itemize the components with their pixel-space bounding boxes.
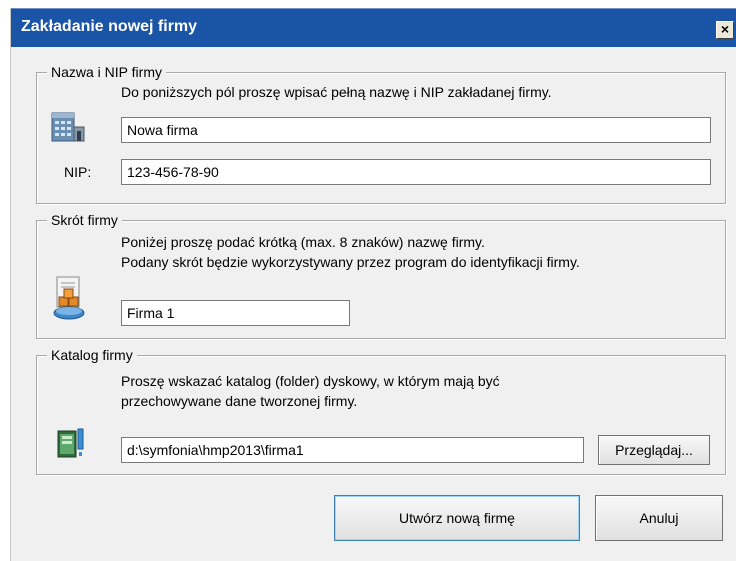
dialog-title: Zakładanie nowej firmy — [21, 18, 198, 35]
name-nip-group: Nazwa i NIP firmy Do poniższych pól pros… — [36, 64, 726, 204]
new-company-dialog: Zakładanie nowej firmy × Nazwa i NIP fir… — [10, 8, 736, 561]
nip-input[interactable]: 123-456-78-90 — [121, 159, 711, 185]
folder-data-icon — [57, 428, 84, 458]
close-button[interactable]: × — [716, 21, 734, 39]
catalog-description-line1: Proszę wskazać katalog (folder) dyskowy,… — [121, 373, 500, 389]
catalog-description-line2: przechowywane dane tworzonej firmy. — [121, 393, 358, 409]
catalog-group: Katalog firmy Proszę wskazać katalog (fo… — [36, 347, 726, 475]
short-name-group: Skrót firmy Poniżej proszę podać krótką … — [36, 212, 726, 339]
close-icon: × — [720, 21, 730, 37]
cancel-button[interactable]: Anuluj — [595, 495, 723, 541]
title-bar[interactable]: Zakładanie nowej firmy × — [11, 8, 736, 47]
short-name-input[interactable]: Firma 1 — [121, 300, 350, 326]
building-icon — [51, 112, 85, 142]
create-company-button[interactable]: Utwórz nową firmę — [334, 495, 580, 541]
company-name-input[interactable]: Nowa firma — [121, 117, 711, 143]
catalog-legend: Katalog firmy — [47, 347, 137, 363]
short-name-legend: Skrót firmy — [47, 212, 122, 228]
name-nip-description: Do poniższych pól proszę wpisać pełną na… — [121, 84, 552, 100]
company-boxes-icon — [53, 276, 85, 320]
nip-label: NIP: — [64, 164, 92, 180]
name-nip-legend: Nazwa i NIP firmy — [47, 64, 166, 80]
short-name-description-line1: Poniżej proszę podać krótką (max. 8 znak… — [121, 234, 485, 250]
catalog-path-input[interactable]: d:\symfonia\hmp2013\firma1 — [121, 437, 584, 463]
short-name-description-line2: Podany skrót będzie wykorzystywany przez… — [121, 254, 580, 270]
browse-button[interactable]: Przeglądaj... — [598, 435, 710, 465]
